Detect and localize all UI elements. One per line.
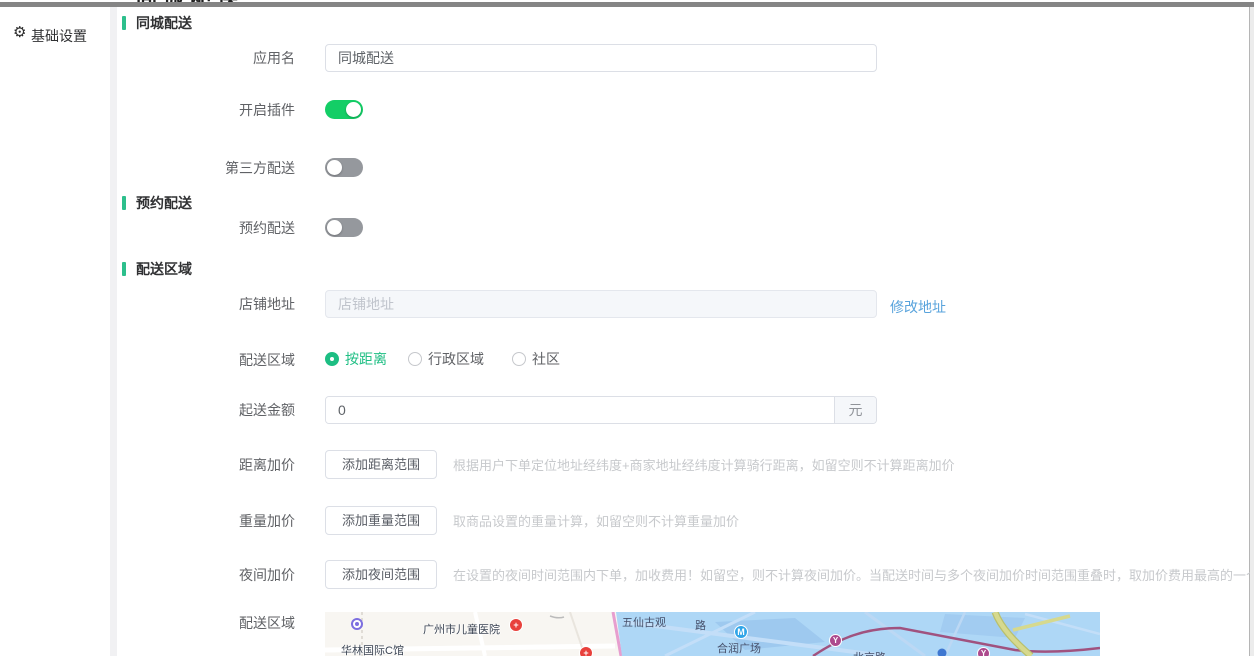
night-fee-hint: 在设置的夜间时间范围内下单，加收费用！如留空，则不计算夜间加价。当配送时间与多个… <box>453 568 1250 583</box>
min-amount-unit: 元 <box>834 397 876 423</box>
shop-address-input[interactable] <box>325 290 877 318</box>
section-marker <box>122 16 126 30</box>
area-type-label: 配送区域 <box>239 352 295 368</box>
weight-fee-label: 重量加价 <box>239 513 295 529</box>
scrollbar-track[interactable] <box>1249 7 1254 656</box>
sidebar: ⚙︎ 基础设置 <box>0 7 110 656</box>
sidebar-item-basic-settings[interactable]: ⚙︎ 基础设置 <box>0 20 110 48</box>
delivery-area-map[interactable]: 华林国际C馆 广州市儿童医院 + + 五仙古观 路 M 合润广场 Y 北京路 Y <box>325 612 1100 656</box>
radio-by-distance[interactable] <box>325 352 339 366</box>
road-badge-icon: Y <box>829 634 842 647</box>
section-title-delivery-area: 配送区域 <box>136 261 192 277</box>
map-label-wuxian: 五仙古观 <box>622 617 666 629</box>
map-label-beijinglu: 北京路 <box>853 649 886 656</box>
delivery-settings-page: 同城配送 ⚙︎ 基础设置 同城配送 应用名 开启插件 第三方配送 预约配送 预约… <box>0 0 1254 656</box>
add-distance-range-button[interactable]: 添加距离范围 <box>325 450 437 479</box>
min-amount-group: 元 <box>325 396 877 424</box>
edit-address-link[interactable]: 修改地址 <box>890 297 946 317</box>
road-badge-icon: Y <box>977 647 990 656</box>
distance-fee-label: 距离加价 <box>239 457 295 473</box>
reserve-label: 预约配送 <box>239 220 295 236</box>
map-label-hospital: 广州市儿童医院 <box>423 624 500 636</box>
venue-pin-icon <box>351 618 363 630</box>
night-fee-label: 夜间加价 <box>239 567 295 583</box>
radio-admin-region[interactable] <box>408 352 422 366</box>
shop-address-label: 店铺地址 <box>239 296 295 312</box>
min-amount-input[interactable] <box>326 397 834 423</box>
third-party-label: 第三方配送 <box>225 160 295 176</box>
min-amount-label: 起送金额 <box>239 402 295 418</box>
distance-fee-hint: 根据用户下单定位地址经纬度+商家地址经纬度计算骑行距离，如留空则不计算距离加价 <box>453 458 955 473</box>
toggle-knob <box>327 220 342 235</box>
sidebar-item-label: 基础设置 <box>31 28 87 44</box>
map-label-lu: 路 <box>695 620 706 632</box>
map-label-herun: 合润广场 <box>717 643 761 655</box>
app-name-input[interactable] <box>325 44 877 72</box>
top-divider-bar <box>0 2 1254 7</box>
add-night-range-button[interactable]: 添加夜间范围 <box>325 560 437 589</box>
sidebar-content-gap <box>110 7 117 656</box>
radio-by-distance-label[interactable]: 按距离 <box>345 352 387 367</box>
section-marker <box>122 262 126 276</box>
section-title-reserve-delivery: 预约配送 <box>136 195 192 211</box>
hospital-cross-icon: + <box>509 618 523 632</box>
plugin-enabled-toggle[interactable] <box>325 100 363 119</box>
toggle-knob <box>346 102 361 117</box>
plugin-enabled-label: 开启插件 <box>239 102 295 118</box>
hospital-cross-icon: + <box>579 646 593 656</box>
toggle-knob <box>327 160 342 175</box>
add-weight-range-button[interactable]: 添加重量范围 <box>325 506 437 535</box>
metro-station-icon: M <box>734 625 748 639</box>
radio-community[interactable] <box>512 352 526 366</box>
section-title-city-delivery: 同城配送 <box>136 15 192 31</box>
gear-icon: ⚙︎ <box>13 24 27 41</box>
section-marker <box>122 196 126 210</box>
weight-fee-hint: 取商品设置的重量计算，如留空则不计算重量加价 <box>453 514 740 529</box>
app-name-label: 应用名 <box>253 50 295 66</box>
radio-community-label[interactable]: 社区 <box>532 352 560 367</box>
radio-admin-region-label[interactable]: 行政区域 <box>428 352 484 367</box>
area-map-label: 配送区域 <box>239 615 295 631</box>
map-label-hualin: 华林国际C馆 <box>341 645 404 656</box>
reserve-toggle[interactable] <box>325 218 363 237</box>
third-party-toggle[interactable] <box>325 158 363 177</box>
